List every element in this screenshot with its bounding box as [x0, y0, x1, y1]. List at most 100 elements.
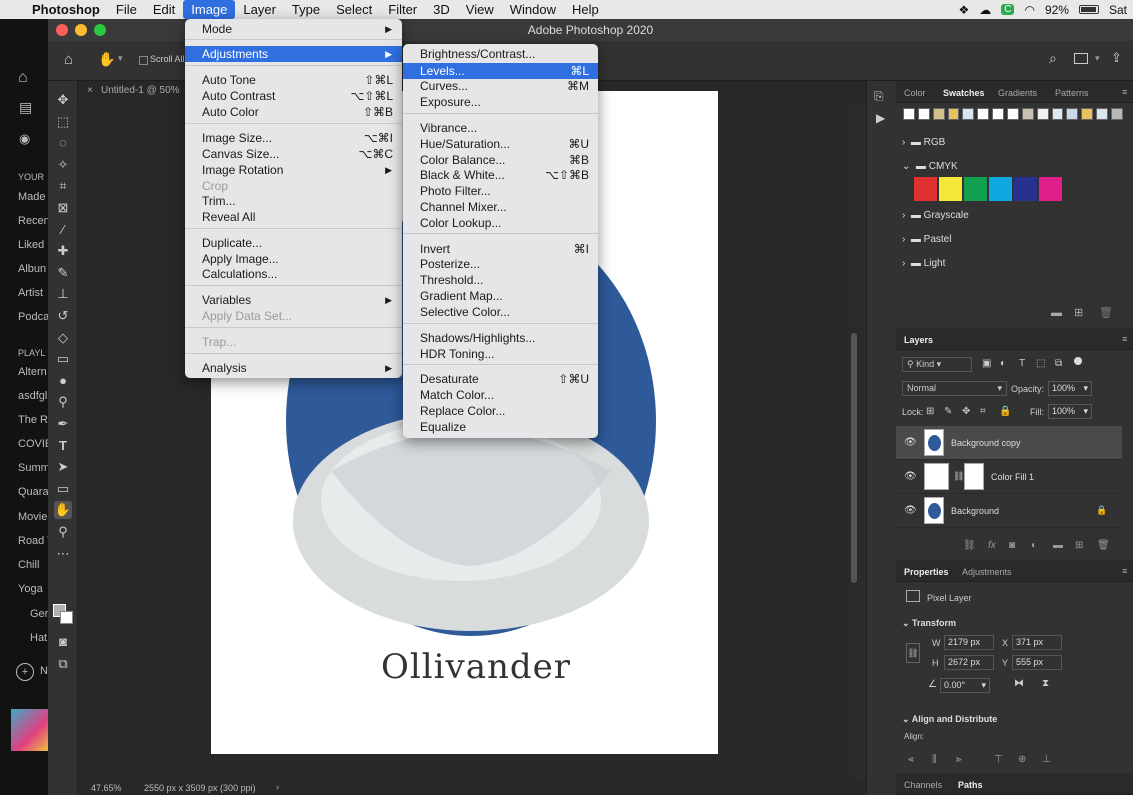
- zoom-window-button[interactable]: [94, 24, 106, 36]
- menu-item-shadows-highlights[interactable]: Shadows/Highlights...: [403, 330, 598, 346]
- menu-item-photo-filter[interactable]: Photo Filter...: [403, 183, 598, 199]
- tab-swatches[interactable]: Swatches: [943, 88, 985, 98]
- hand-tool-icon[interactable]: ✋: [98, 51, 115, 68]
- menu-item-levels[interactable]: Levels... ⌘L: [403, 63, 598, 79]
- rectangle-tool-icon[interactable]: ▭: [54, 480, 72, 498]
- menu-item-mode[interactable]: Mode ▶: [185, 21, 402, 37]
- new-swatch-icon[interactable]: ⊞: [1074, 306, 1083, 319]
- more-tools-icon[interactable]: ⋯: [54, 545, 72, 563]
- layer-name[interactable]: Background: [951, 506, 999, 516]
- menu-item-calculations[interactable]: Calculations...: [185, 266, 402, 282]
- layer-row[interactable]: 👁 Background 🔒: [896, 494, 1122, 528]
- color-swatch[interactable]: [989, 177, 1012, 201]
- bg-item[interactable]: Liked: [18, 239, 48, 251]
- workspace-icon[interactable]: [1074, 53, 1088, 64]
- delete-icon[interactable]: 🗑: [1099, 306, 1113, 319]
- scroll-all-checkbox[interactable]: [139, 56, 148, 65]
- brush-tool-icon[interactable]: ✎: [54, 264, 72, 282]
- align-right-icon[interactable]: ⫸: [956, 754, 962, 765]
- menu-item-duplicate[interactable]: Duplicate...: [185, 235, 402, 251]
- playlist-item[interactable]: Ger: [30, 608, 48, 620]
- stamp-tool-icon[interactable]: ⊥: [54, 285, 72, 303]
- opacity-field[interactable]: 100% ▾: [1048, 381, 1092, 396]
- layer-row[interactable]: 👁 ⛓ Color Fill 1: [896, 460, 1122, 494]
- color-swatch[interactable]: [977, 108, 990, 120]
- new-playlist-label[interactable]: N: [40, 665, 48, 677]
- frame-tool-icon[interactable]: ⊠: [54, 199, 72, 217]
- move-tool-icon[interactable]: ✥: [54, 91, 72, 109]
- playlist-item[interactable]: The R: [18, 414, 48, 426]
- swatch-group-rgb[interactable]: › ▬ RGB: [902, 137, 945, 148]
- menu-help[interactable]: Help: [564, 0, 607, 19]
- panel-menu-icon[interactable]: ≡: [1122, 566, 1127, 576]
- menu-item-selective-color[interactable]: Selective Color...: [403, 304, 598, 320]
- menu-item-canvas-size[interactable]: Canvas Size... ⌥⌘C: [185, 146, 402, 162]
- lock-transparent-icon[interactable]: ⊞: [926, 406, 934, 417]
- menu-item-auto-tone[interactable]: Auto Tone ⇧⌘L: [185, 72, 402, 88]
- menu-item-replace-color[interactable]: Replace Color...: [403, 403, 598, 419]
- layer-name[interactable]: Background copy: [951, 438, 1021, 448]
- creative-cloud-icon[interactable]: ☁: [979, 3, 991, 17]
- menu-item-curves[interactable]: Curves... ⌘M: [403, 78, 598, 94]
- menu-item-equalize[interactable]: Equalize: [403, 419, 598, 435]
- menu-item-brightness-contrast[interactable]: Brightness/Contrast...: [403, 46, 598, 62]
- menu-layer[interactable]: Layer: [235, 0, 284, 19]
- menu-item-vibrance[interactable]: Vibrance...: [403, 120, 598, 136]
- lock-position-icon[interactable]: ✥: [962, 406, 970, 417]
- tab-adjustments[interactable]: Adjustments: [962, 567, 1012, 577]
- swatch-group-cmyk[interactable]: ⌄ ▬ CMYK: [902, 161, 958, 172]
- menu-item-variables[interactable]: Variables ▶: [185, 292, 402, 308]
- wifi-icon[interactable]: ◠: [1024, 3, 1034, 17]
- layer-row[interactable]: 👁 Background copy: [896, 426, 1122, 460]
- color-swatch[interactable]: [1111, 108, 1123, 120]
- menu-item-threshold[interactable]: Threshold...: [403, 272, 598, 288]
- history-brush-tool-icon[interactable]: ↺: [54, 307, 72, 325]
- menu-view[interactable]: View: [458, 0, 502, 19]
- flip-horizontal-icon[interactable]: ⧓: [1014, 678, 1024, 689]
- menu-item-posterize[interactable]: Posterize...: [403, 256, 598, 272]
- color-swatch[interactable]: [962, 108, 975, 120]
- hand-tool-icon[interactable]: ✋: [54, 501, 72, 519]
- menu-edit[interactable]: Edit: [145, 0, 183, 19]
- filter-smart-object-icon[interactable]: ⧉: [1055, 358, 1062, 369]
- chevron-down-icon[interactable]: ▾: [1095, 53, 1100, 64]
- bg-item[interactable]: Albun: [18, 263, 48, 275]
- menu-item-exposure[interactable]: Exposure...: [403, 94, 598, 110]
- zoom-tool-icon[interactable]: ⚲: [54, 523, 72, 541]
- menu-item-hdr-toning[interactable]: HDR Toning...: [403, 346, 598, 362]
- type-tool-icon[interactable]: T: [54, 437, 72, 455]
- album-art[interactable]: [11, 709, 48, 751]
- visibility-eye-icon[interactable]: 👁: [904, 437, 917, 448]
- lock-image-icon[interactable]: ✎: [944, 406, 952, 417]
- playlist-item[interactable]: Summ: [18, 462, 48, 474]
- color-swatch[interactable]: [964, 177, 987, 201]
- link-dimensions-icon[interactable]: ⛓: [906, 643, 920, 663]
- menu-window[interactable]: Window: [502, 0, 564, 19]
- color-swatch[interactable]: [903, 108, 915, 120]
- menu-item-hue-saturation[interactable]: Hue/Saturation... ⌘U: [403, 136, 598, 152]
- menu-item-desaturate[interactable]: Desaturate ⇧⌘U: [403, 371, 598, 387]
- playlist-item[interactable]: Chill: [18, 559, 48, 571]
- home-icon[interactable]: ⌂: [18, 69, 28, 87]
- quick-mask-icon[interactable]: ◙: [54, 633, 72, 651]
- color-swatch[interactable]: [992, 108, 1005, 120]
- menu-item-analysis[interactable]: Analysis ▶: [185, 360, 402, 376]
- crop-tool-icon[interactable]: ⌗: [54, 177, 72, 195]
- color-swatch[interactable]: [1007, 108, 1019, 120]
- document-tab[interactable]: Untitled-1 @ 50%: [101, 85, 180, 96]
- filter-image-icon[interactable]: ▣: [982, 358, 991, 369]
- color-swatch[interactable]: [1066, 108, 1079, 120]
- menu-item-channel-mixer[interactable]: Channel Mixer...: [403, 199, 598, 215]
- chevron-down-icon[interactable]: ▾: [118, 53, 123, 64]
- menu-item-auto-contrast[interactable]: Auto Contrast ⌥⇧⌘L: [185, 88, 402, 104]
- color-swatch[interactable]: [1036, 108, 1049, 120]
- dropbox-icon[interactable]: ❖: [958, 3, 969, 17]
- align-center-icon[interactable]: ⫼: [932, 754, 937, 765]
- close-window-button[interactable]: [56, 24, 68, 36]
- align-left-icon[interactable]: ⫷: [908, 754, 914, 765]
- share-icon[interactable]: ⇪: [1111, 50, 1122, 66]
- new-group-icon[interactable]: ▬: [1053, 540, 1063, 551]
- tab-properties[interactable]: Properties: [904, 567, 949, 577]
- menu-item-color-balance[interactable]: Color Balance... ⌘B: [403, 152, 598, 168]
- menu-3d[interactable]: 3D: [425, 0, 458, 19]
